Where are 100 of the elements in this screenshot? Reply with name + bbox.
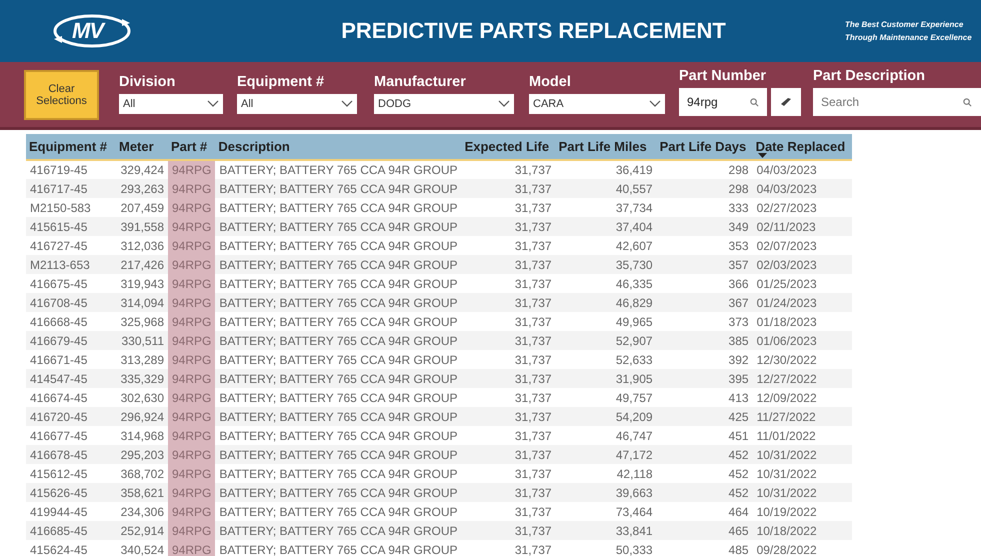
table-cell: 419944-45 (26, 502, 116, 521)
column-header[interactable]: Part Life Miles (556, 134, 657, 160)
table-cell: 31,737 (462, 369, 556, 388)
chevron-down-icon (341, 100, 353, 108)
column-header[interactable]: Description (215, 134, 462, 160)
table-cell: 452 (656, 464, 753, 483)
logo-text: MV (72, 19, 103, 43)
table-cell: 01/24/2023 (752, 293, 852, 312)
table-cell: 04/03/2023 (752, 160, 852, 179)
dropdown[interactable]: All (237, 94, 357, 114)
table-cell: 94RPG (168, 179, 216, 198)
table-cell: 416671-45 (26, 350, 116, 369)
table-cell: BATTERY; BATTERY 765 CCA 94R GROUP (215, 502, 462, 521)
table-cell: 37,404 (556, 217, 657, 236)
table-cell: 465 (656, 521, 753, 540)
table-cell: 52,907 (556, 331, 657, 350)
table-cell: M2113-653 (26, 255, 116, 274)
table-cell: 416679-45 (26, 331, 116, 350)
table-cell: 09/28/2022 (752, 540, 852, 556)
table-cell: 217,426 (116, 255, 168, 274)
table-cell: 31,737 (462, 350, 556, 369)
table-cell: 46,747 (556, 426, 657, 445)
tagline-text: The Best Customer Experience (845, 19, 964, 31)
clear-selections-button[interactable]: Clear Selections (24, 70, 99, 120)
table-cell: 416719-45 (26, 160, 116, 179)
table-cell: 10/31/2022 (752, 464, 852, 483)
dropdown[interactable]: DODG (374, 94, 514, 114)
eraser-button[interactable] (771, 88, 801, 116)
table-cell: 31,737 (462, 445, 556, 464)
table-cell: 329,424 (116, 160, 168, 179)
filter-label: Equipment # (237, 74, 326, 92)
table-cell: BATTERY; BATTERY 765 CCA 94R GROUP (215, 426, 462, 445)
table-cell: 94RPG (168, 217, 216, 236)
table-cell: BATTERY; BATTERY 765 CCA 94R GROUP (215, 198, 462, 217)
table-cell: 12/09/2022 (752, 388, 852, 407)
chevron-down-icon (649, 100, 661, 108)
filter-label: Part Number (679, 68, 768, 86)
chevron-down-icon (207, 100, 219, 108)
part-number-field[interactable]: 94rpg (679, 88, 767, 116)
logo-icon (52, 13, 132, 49)
table-cell: BATTERY; BATTERY 765 CCA 94R GROUP (215, 540, 462, 556)
table-cell: 11/01/2022 (752, 426, 852, 445)
table-cell: 313,289 (116, 350, 168, 369)
table-cell: BATTERY; BATTERY 765 CCA 94R GROUP (215, 331, 462, 350)
table-cell: 42,607 (556, 236, 657, 255)
column-header[interactable]: Date Replaced (752, 134, 852, 160)
eraser-icon (780, 98, 792, 106)
column-header[interactable]: Expected Life (462, 134, 556, 160)
table-cell: BATTERY; BATTERY 765 CCA 94R GROUP (215, 407, 462, 426)
table-cell: 452 (656, 445, 753, 464)
table-cell: 312,036 (116, 236, 168, 255)
table-cell: M2150-583 (26, 198, 116, 217)
table-cell: 31,737 (462, 540, 556, 556)
table-cell: 94RPG (168, 312, 216, 331)
table-cell: 94RPG (168, 236, 216, 255)
table-cell: 416674-45 (26, 388, 116, 407)
table-cell: BATTERY; BATTERY 765 CCA 94R GROUP (215, 160, 462, 179)
table-cell: 368,702 (116, 464, 168, 483)
table-cell: BATTERY; BATTERY 765 CCA 94R GROUP (215, 445, 462, 464)
table-cell: 415626-45 (26, 483, 116, 502)
table-cell: 366 (656, 274, 753, 293)
table-cell: 415615-45 (26, 217, 116, 236)
table-cell: 36,419 (556, 160, 657, 179)
table-cell: 02/07/2023 (752, 236, 852, 255)
table-cell: 298 (656, 160, 753, 179)
chevron-down-icon (498, 100, 510, 108)
table-cell: 416717-45 (26, 179, 116, 198)
table-cell: 392 (656, 350, 753, 369)
table-cell: BATTERY; BATTERY 765 CCA 94R GROUP (215, 179, 462, 198)
table-cell: 94RPG (168, 369, 216, 388)
table-cell: 94RPG (168, 502, 216, 521)
dropdown[interactable]: All (119, 94, 223, 114)
dropdown[interactable]: CARA (529, 94, 665, 114)
table-cell: 302,630 (116, 388, 168, 407)
column-header[interactable]: Part # (168, 134, 216, 160)
table-cell: 49,757 (556, 388, 657, 407)
column-header[interactable]: Equipment # (26, 134, 116, 160)
part-description-search-field[interactable]: Search (813, 88, 981, 116)
table-cell: 04/03/2023 (752, 179, 852, 198)
table-cell: BATTERY; BATTERY 765 CCA 94R GROUP (215, 350, 462, 369)
table-cell: 02/11/2023 (752, 217, 852, 236)
table-cell: BATTERY; BATTERY 765 CCA 94R GROUP (215, 483, 462, 502)
table-cell: 12/27/2022 (752, 369, 852, 388)
table-cell: 415612-45 (26, 464, 116, 483)
table-cell: 46,335 (556, 274, 657, 293)
table-cell: 73,464 (556, 502, 657, 521)
table-cell: 31,737 (462, 179, 556, 198)
column-header[interactable]: Part Life Days (656, 134, 753, 160)
table-cell: 31,737 (462, 255, 556, 274)
table-cell: 416675-45 (26, 274, 116, 293)
table-cell: 94RPG (168, 464, 216, 483)
table-cell: 464 (656, 502, 753, 521)
table-cell: 416668-45 (26, 312, 116, 331)
table-cell: 37,734 (556, 198, 657, 217)
table-cell: BATTERY; BATTERY 765 CCA 94R GROUP (215, 293, 462, 312)
table-cell: 31,737 (462, 502, 556, 521)
table-cell: 31,737 (462, 483, 556, 502)
column-header[interactable]: Meter (116, 134, 168, 160)
table-cell: 234,306 (116, 502, 168, 521)
table-cell: 385 (656, 331, 753, 350)
